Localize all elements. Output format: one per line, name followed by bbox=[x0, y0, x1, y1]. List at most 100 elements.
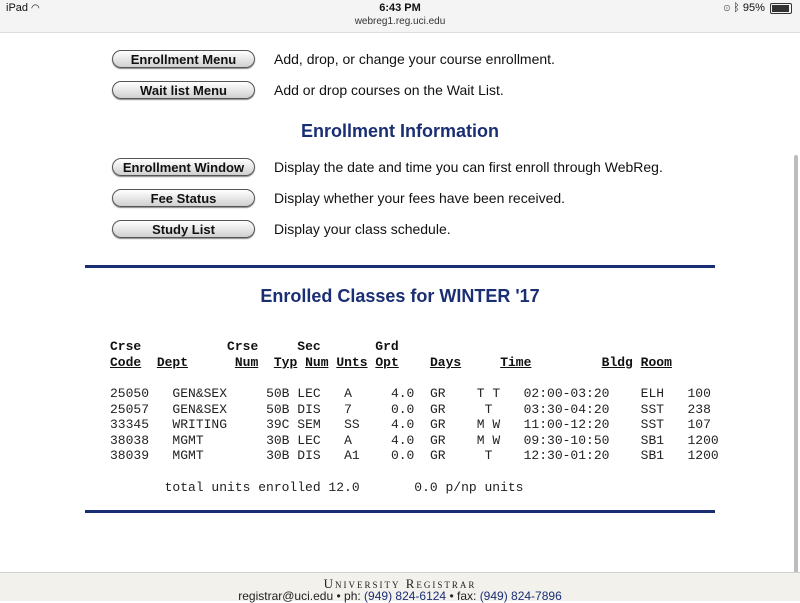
cell-dept: WRITING bbox=[172, 417, 259, 432]
enrollment-information-heading: Enrollment Information bbox=[301, 121, 499, 141]
study-list-description: Display your class schedule. bbox=[274, 221, 451, 237]
enrollment-menu-button[interactable]: Enrollment Menu bbox=[112, 50, 255, 68]
fax-link[interactable]: (949) 824-7896 bbox=[480, 589, 562, 603]
wait-list-menu-description: Add or drop courses on the Wait List. bbox=[274, 82, 504, 98]
table-row: 33345 WRITING 39C SEM SS 4.0 GR M W 11:0… bbox=[110, 417, 719, 432]
units-summary: total units enrolled 12.0 0.0 p/np units bbox=[110, 480, 524, 495]
cell-code: 38039 bbox=[110, 448, 165, 463]
cell-bldg: SST bbox=[640, 401, 680, 417]
header-time: Time bbox=[500, 355, 532, 370]
total-units: total units enrolled 12.0 bbox=[164, 480, 360, 495]
cell-bldg: ELH bbox=[640, 386, 680, 401]
table-row: 25050 GEN&SEX 50B LEC A 4.0 GR T T 02:00… bbox=[110, 386, 719, 401]
status-bar: iPad ◠ 6:43 PM webreg1.reg.uci.edu ⊙ ᛒ 95… bbox=[0, 0, 800, 33]
footer-separator: • bbox=[336, 589, 341, 603]
cell-sec: A bbox=[336, 432, 368, 448]
header-sec-num: Num bbox=[305, 355, 329, 370]
cell-typ: LEC bbox=[297, 432, 329, 448]
cell-time: 09:30-10:50 bbox=[523, 432, 633, 448]
divider-bottom bbox=[85, 510, 715, 513]
cell-opt: GR bbox=[422, 417, 454, 432]
bluetooth-icon: ᛒ bbox=[733, 2, 740, 14]
registrar-email[interactable]: registrar@uci.edu bbox=[238, 589, 333, 603]
table-row: 25057 GEN&SEX 50B DIS 7 0.0 GR T 03:30-0… bbox=[110, 402, 719, 417]
header-crse: Crse bbox=[110, 339, 142, 354]
cell-code: 25057 bbox=[110, 401, 165, 417]
cell-room: 100 bbox=[687, 386, 719, 401]
cell-unts: 4.0 bbox=[375, 386, 415, 401]
fee-status-button[interactable]: Fee Status bbox=[112, 189, 255, 207]
cell-time: 02:00-03:20 bbox=[523, 386, 633, 401]
cell-opt: GR bbox=[422, 401, 454, 417]
header-dept: Dept bbox=[156, 355, 189, 370]
cell-sec: 7 bbox=[336, 401, 368, 417]
wait-list-menu-button[interactable]: Wait list Menu bbox=[112, 81, 255, 99]
cell-unts: 0.0 bbox=[375, 448, 415, 463]
cell-opt: GR bbox=[422, 386, 454, 401]
study-list-button[interactable]: Study List bbox=[112, 220, 255, 238]
enrolled-classes-title: Enrolled Classes for WINTER '17 bbox=[260, 286, 540, 306]
table-header-top: Crse Crse Sec Grd bbox=[110, 339, 399, 354]
divider-top bbox=[85, 265, 715, 268]
cell-sec: A bbox=[336, 386, 368, 401]
cell-days: M W bbox=[461, 432, 516, 448]
cell-num: 50B bbox=[266, 386, 290, 401]
cell-opt: GR bbox=[422, 448, 454, 463]
cell-unts: 4.0 bbox=[375, 417, 415, 432]
battery-icon bbox=[770, 2, 792, 14]
battery-percent: 95% bbox=[742, 2, 765, 14]
cell-sec: SS bbox=[336, 417, 368, 432]
cell-time: 11:00-12:20 bbox=[523, 417, 633, 432]
cell-days: T T bbox=[461, 386, 516, 401]
cell-opt: GR bbox=[422, 432, 454, 448]
cell-unts: 0.0 bbox=[375, 401, 415, 417]
cell-days: T bbox=[461, 448, 516, 463]
enrollment-window-description: Display the date and time you can first … bbox=[274, 159, 663, 175]
fax-label: fax: bbox=[457, 589, 477, 603]
cell-time: 12:30-01:20 bbox=[523, 448, 633, 463]
footer-separator: • bbox=[449, 589, 454, 603]
cell-sec: A1 bbox=[336, 448, 368, 463]
cell-code: 25050 bbox=[110, 386, 165, 401]
scrollbar[interactable] bbox=[794, 155, 798, 575]
header-bldg: Bldg bbox=[601, 355, 633, 370]
address-bar[interactable]: webreg1.reg.uci.edu bbox=[0, 16, 800, 27]
header-opt: Opt bbox=[375, 355, 399, 370]
cell-num: 30B bbox=[266, 432, 290, 448]
cell-room: 1200 bbox=[687, 448, 719, 463]
cell-unts: 4.0 bbox=[375, 432, 415, 448]
cell-room: 107 bbox=[687, 417, 719, 432]
rotation-lock-icon: ⊙ bbox=[723, 2, 731, 14]
cell-bldg: SB1 bbox=[640, 432, 680, 448]
cell-typ: DIS bbox=[297, 401, 329, 417]
cell-dept: MGMT bbox=[172, 448, 259, 463]
cell-dept: MGMT bbox=[172, 432, 259, 448]
footer-contact: registrar@uci.edu • ph: (949) 824-6124 •… bbox=[0, 589, 800, 603]
cell-dept: GEN&SEX bbox=[172, 401, 259, 417]
cell-num: 39C bbox=[266, 417, 290, 432]
clock: 6:43 PM bbox=[379, 2, 421, 14]
cell-days: T bbox=[461, 401, 516, 417]
phone-link[interactable]: (949) 824-6124 bbox=[364, 589, 446, 603]
pnp-units: 0.0 p/np units bbox=[414, 480, 524, 495]
table-row: 38039 MGMT 30B DIS A1 0.0 GR T 12:30-01:… bbox=[110, 448, 719, 463]
cell-typ: DIS bbox=[297, 448, 329, 463]
fee-status-description: Display whether your fees have been rece… bbox=[274, 190, 566, 206]
header-typ: Typ bbox=[273, 355, 298, 370]
cell-num: 50B bbox=[266, 401, 290, 417]
cell-code: 33345 bbox=[110, 417, 165, 432]
header-num: Num bbox=[234, 355, 259, 370]
header-days: Days bbox=[429, 355, 462, 370]
cell-days: M W bbox=[461, 417, 516, 432]
cell-time: 03:30-04:20 bbox=[523, 401, 633, 417]
cell-dept: GEN&SEX bbox=[172, 386, 259, 401]
cell-bldg: SST bbox=[640, 417, 680, 432]
header-sec: Sec bbox=[297, 339, 321, 354]
header-code: Code bbox=[110, 355, 142, 370]
status-right: ⊙ ᛒ 95% bbox=[724, 2, 792, 14]
battery-fill bbox=[772, 4, 790, 12]
table-header-bottom: Code Dept Num Typ Num Unts Opt Days Time… bbox=[110, 355, 672, 370]
enrollment-window-button[interactable]: Enrollment Window bbox=[112, 158, 255, 176]
cell-room: 238 bbox=[687, 401, 719, 417]
cell-bldg: SB1 bbox=[640, 448, 680, 463]
